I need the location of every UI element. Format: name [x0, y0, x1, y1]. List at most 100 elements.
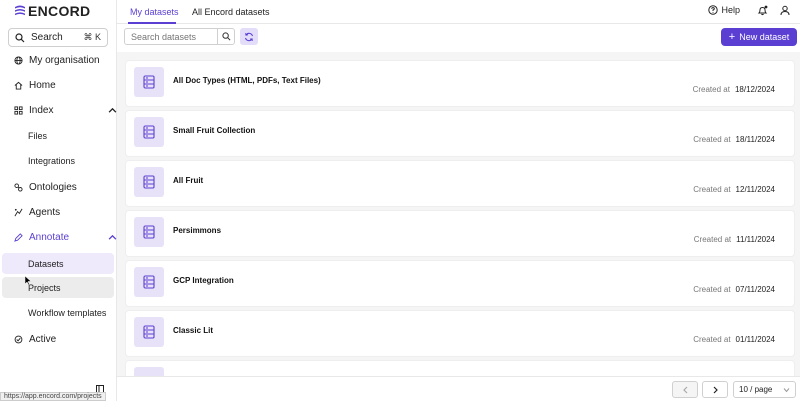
dataset-created: Created at 12/11/2024 [693, 185, 775, 194]
prev-page-button[interactable] [672, 381, 698, 398]
created-date: 18/11/2024 [735, 135, 775, 144]
created-date: 11/11/2024 [736, 235, 775, 244]
user-icon[interactable] [780, 5, 790, 16]
new-dataset-label: New dataset [739, 32, 790, 42]
dataset-list: All Doc Types (HTML, PDFs, Text Files) C… [117, 52, 800, 376]
chevron-right-icon [713, 386, 718, 393]
sidebar-subitem-label: Integrations [28, 155, 76, 166]
help-label: Help [721, 5, 740, 15]
search-icon [221, 32, 230, 41]
page-size-value: 10 / page [739, 385, 773, 394]
dataset-card[interactable]: GCP Integration Created at 07/11/2024 [126, 261, 794, 306]
tab-all-encord-datasets[interactable]: All Encord datasets [192, 7, 270, 17]
global-search-button[interactable]: Search ⌘ K [8, 28, 108, 47]
sidebar-subitem-label: Projects [28, 282, 61, 293]
sidebar-subitem-projects[interactable]: Projects [2, 277, 114, 298]
dataset-thumbnail [134, 317, 164, 347]
chevron-left-icon [682, 386, 687, 393]
toolbar: + New dataset [117, 24, 800, 52]
chevron-up-icon [108, 234, 117, 240]
dataset-thumbnail [134, 117, 164, 147]
sidebar-item-label: Home [29, 79, 56, 91]
chevron-down-icon [783, 387, 790, 392]
encord-logo-icon [15, 5, 25, 16]
sidebar-subitem-label: Datasets [28, 258, 64, 269]
created-label: Created at [693, 285, 731, 294]
database-icon [143, 175, 155, 189]
sidebar-item-ontologies[interactable]: Ontologies [14, 179, 77, 195]
grid-icon [14, 105, 23, 115]
link-status-bar: https://app.encord.com/projects [0, 392, 106, 401]
database-icon [143, 125, 155, 139]
sidebar-item-label: Agents [29, 206, 61, 218]
encord-logo[interactable]: ENCORD [14, 3, 90, 19]
agents-icon [14, 208, 23, 216]
sidebar-item-agents[interactable]: Agents [14, 204, 60, 220]
search-submit-button[interactable] [217, 28, 235, 45]
dataset-card[interactable]: All Fruit Created at 12/11/2024 [126, 161, 794, 206]
sidebar-item-annotate[interactable]: Annotate [14, 229, 117, 245]
search-shortcut: ⌘ K [83, 32, 101, 42]
tab-my-datasets[interactable]: My datasets [130, 7, 179, 17]
sidebar-item-label: Index [29, 104, 54, 116]
new-dataset-button[interactable]: + New dataset [721, 28, 797, 46]
annotate-icon [14, 232, 23, 242]
dataset-card-partial[interactable] [126, 361, 794, 376]
next-page-button[interactable] [702, 381, 728, 398]
dataset-title[interactable]: Persimmons [173, 226, 221, 235]
mouse-cursor-icon [25, 276, 31, 285]
page-size-select[interactable]: 10 / page [733, 381, 796, 398]
dataset-created: Created at 18/11/2024 [693, 135, 775, 144]
dataset-title[interactable]: Small Fruit Collection [173, 126, 255, 135]
help-icon [708, 5, 719, 15]
created-label: Created at [693, 335, 731, 344]
created-date: 07/11/2024 [735, 285, 775, 294]
sidebar-item-home[interactable]: Home [14, 77, 56, 93]
created-label: Created at [693, 235, 732, 244]
sidebar: ENCORD Search ⌘ K My organisation Home I… [0, 0, 117, 401]
sidebar-item-my-organisation[interactable]: My organisation [14, 52, 100, 68]
bell-icon[interactable] [757, 5, 768, 16]
sidebar-item-label: Ontologies [29, 181, 77, 193]
search-label: Search [31, 32, 63, 43]
dataset-thumbnail [134, 267, 164, 297]
created-label: Created at [692, 85, 730, 94]
dataset-title[interactable]: Classic Lit [173, 326, 213, 335]
dataset-title[interactable]: All Fruit [173, 176, 203, 185]
refresh-button[interactable] [240, 28, 258, 45]
created-label: Created at [693, 135, 731, 144]
globe-icon [14, 55, 23, 65]
ontology-icon [14, 182, 23, 192]
dataset-title[interactable]: All Doc Types (HTML, PDFs, Text Files) [173, 76, 321, 85]
top-bar: My datasets All Encord datasets Help [117, 0, 800, 24]
help-button[interactable]: Help [708, 5, 740, 15]
logo-text: ENCORD [28, 3, 91, 19]
dataset-thumbnail [134, 367, 164, 376]
created-label: Created at [693, 185, 731, 194]
home-icon [14, 81, 23, 90]
dataset-title[interactable]: GCP Integration [173, 276, 234, 285]
sidebar-item-label: Active [29, 333, 57, 345]
search-icon [15, 32, 25, 42]
sidebar-subitem-label: Files [28, 130, 48, 141]
created-date: 01/11/2024 [735, 335, 775, 344]
sidebar-item-index[interactable]: Index [14, 102, 117, 118]
search-datasets-input[interactable] [124, 28, 218, 45]
dataset-card[interactable]: Persimmons Created at 11/11/2024 [126, 211, 794, 256]
dataset-card[interactable]: Classic Lit Created at 01/11/2024 [126, 311, 794, 356]
dataset-thumbnail [134, 67, 164, 97]
chevron-up-icon [108, 107, 117, 113]
sidebar-item-label: Annotate [29, 231, 70, 243]
sidebar-item-active[interactable]: Active [14, 331, 56, 347]
refresh-icon [244, 32, 254, 41]
dataset-card[interactable]: All Doc Types (HTML, PDFs, Text Files) C… [126, 61, 794, 106]
plus-icon: + [728, 30, 736, 43]
created-date: 12/11/2024 [735, 185, 775, 194]
sidebar-subitem-datasets[interactable]: Datasets [2, 253, 114, 274]
sidebar-subitem-label: Workflow templates [28, 307, 107, 318]
sidebar-subitem-files[interactable]: Files [2, 125, 114, 146]
pagination-bar: 10 / page [117, 376, 800, 401]
sidebar-subitem-workflow-templates[interactable]: Workflow templates [2, 302, 114, 323]
sidebar-subitem-integrations[interactable]: Integrations [2, 150, 114, 171]
dataset-card[interactable]: Small Fruit Collection Created at 18/11/2… [126, 111, 794, 156]
